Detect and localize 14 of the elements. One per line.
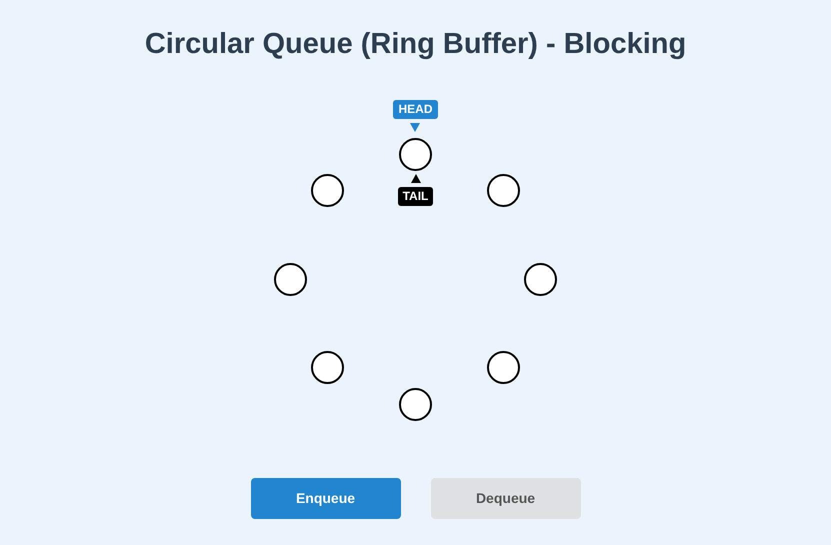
page-title: Circular Queue (Ring Buffer) - Blocking — [144, 27, 686, 62]
queue-slot — [524, 262, 557, 296]
enqueue-button[interactable]: Enqueue — [250, 478, 400, 519]
queue-slot — [487, 350, 520, 384]
queue-slot — [274, 262, 307, 296]
tail-badge: TAIL — [398, 186, 434, 206]
queue-slot — [310, 350, 344, 384]
queue-slot — [310, 174, 344, 208]
up-triangle-icon — [410, 174, 420, 182]
queue-slot — [399, 388, 432, 420]
queue-slot — [487, 174, 520, 208]
down-triangle-icon — [410, 122, 420, 132]
queue-slot — [399, 138, 432, 170]
head-badge: HEAD — [393, 100, 438, 118]
